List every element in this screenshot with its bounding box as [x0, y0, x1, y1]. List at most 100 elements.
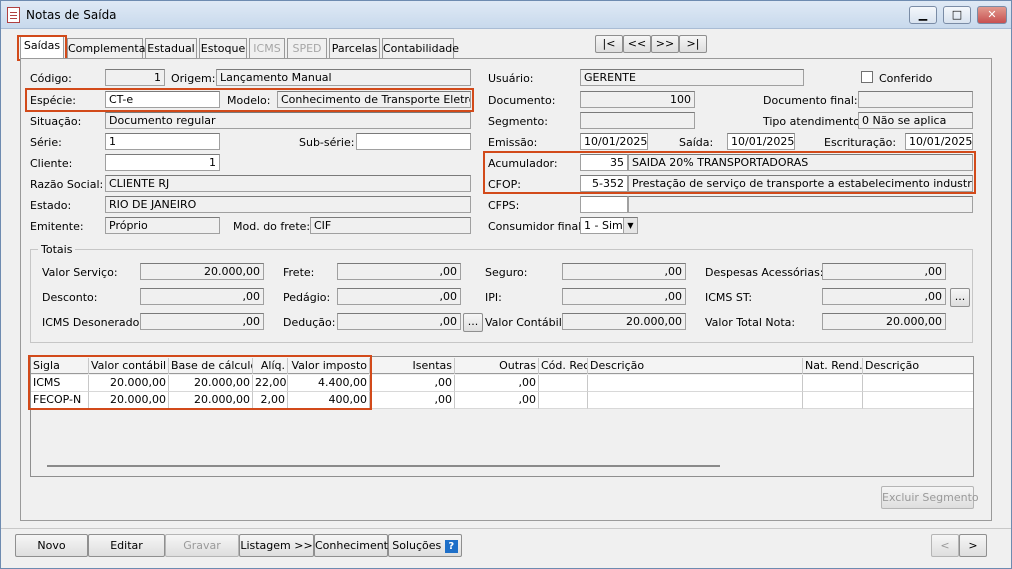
valor-total-field: 20.000,00	[822, 313, 946, 330]
maximize-icon: □	[951, 8, 963, 21]
especie-label: Espécie:	[30, 94, 77, 107]
tab-estoque[interactable]: Estoque	[199, 38, 247, 59]
pedagio-field: ,00	[337, 288, 461, 305]
serie-field[interactable]: 1	[105, 133, 220, 150]
conferido-label: Conferido	[879, 72, 933, 85]
tab-contabilidade[interactable]: Contabilidade	[382, 38, 459, 59]
deducao-label: Dedução:	[283, 316, 336, 329]
valor-contabil-field: 20.000,00	[562, 313, 686, 330]
bottom-separator	[1, 528, 1011, 529]
grid-header-valor-contabil[interactable]: Valor contábil	[89, 358, 169, 374]
close-button[interactable]: ✕	[977, 6, 1007, 24]
nav-last-button[interactable]: >|	[679, 35, 707, 53]
serie-label: Série:	[30, 136, 62, 149]
consumidor-select[interactable]: 1 - Sim ▼	[580, 217, 638, 234]
codigo-field: 1	[105, 69, 165, 86]
grid-cell-isentas: ,00	[370, 375, 455, 392]
forward-button[interactable]: >	[959, 534, 987, 557]
back-button[interactable]: <	[931, 534, 959, 557]
nav-next-button[interactable]: >>	[651, 35, 679, 53]
icmsst-field: ,00	[822, 288, 946, 305]
grid-cell-valor-contabil: 20.000,00	[89, 375, 169, 392]
desconto-field: ,00	[140, 288, 264, 305]
grid-horizontal-scrollbar[interactable]	[47, 465, 720, 467]
especie-field[interactable]: CT-e	[105, 91, 220, 108]
tipoatend-label: Tipo atendimento:	[763, 115, 864, 128]
icmsdeson-label: ICMS Desonerado:	[42, 316, 144, 329]
tipoatend-field: 0 Não se aplica	[858, 112, 973, 129]
conferido-checkbox[interactable]	[861, 71, 873, 83]
deducao-details-button[interactable]: ...	[463, 313, 483, 332]
novo-button[interactable]: Novo	[15, 534, 88, 557]
docfinal-label: Documento final:	[763, 94, 858, 107]
grid-cell-outras: ,00	[455, 375, 539, 392]
modfrete-label: Mod. do frete:	[233, 220, 311, 233]
excluir-segmento-button[interactable]: Excluir Segmento	[881, 486, 979, 509]
valor-total-label: Valor Total Nota:	[705, 316, 796, 329]
icmsst-label: ICMS ST:	[705, 291, 753, 304]
conhecimento-button[interactable]: Conhecimento	[314, 534, 395, 557]
razao-field: CLIENTE RJ	[105, 175, 471, 192]
grid-header-cod-rec[interactable]: Cód. Rec.	[539, 358, 588, 374]
deducao-field: ,00	[337, 313, 461, 330]
escrituracao-label: Escrituração:	[824, 136, 897, 149]
grid-cell-base-calculo: 20.000,00	[169, 392, 253, 409]
grid-cell-aliq: 22,00	[253, 375, 288, 392]
situacao-label: Situação:	[30, 115, 82, 128]
solucoes-button[interactable]: Soluções ?	[388, 534, 462, 557]
icmsdeson-field: ,00	[140, 313, 264, 330]
gravar-button[interactable]: Gravar	[165, 534, 239, 557]
solucoes-label: Soluções	[392, 539, 442, 552]
docfinal-field	[858, 91, 973, 108]
listagem-button[interactable]: Listagem >>	[239, 534, 314, 557]
grid-header-aliq[interactable]: Alíq.	[253, 358, 288, 374]
cfps-label: CFPS:	[488, 199, 520, 212]
grid-header-descricao[interactable]: Descrição	[588, 358, 803, 374]
origem-field: Lançamento Manual	[216, 69, 471, 86]
codigo-label: Código:	[30, 72, 72, 85]
tab-parcelas[interactable]: Parcelas	[329, 38, 380, 59]
maximize-button[interactable]: □	[943, 6, 971, 24]
grid-cell-descricao-2	[863, 375, 973, 392]
tab-estadual[interactable]: Estadual	[145, 38, 197, 59]
valor-contabil-label: Valor Contábil:	[485, 316, 566, 329]
grid-header-descricao-2[interactable]: Descrição	[863, 358, 973, 374]
nav-prev-button[interactable]: <<	[623, 35, 651, 53]
emitente-field: Próprio	[105, 217, 220, 234]
saida-field[interactable]: 10/01/2025	[727, 133, 795, 150]
chevron-down-icon: ▼	[623, 218, 637, 233]
valor-servico-field: 20.000,00	[140, 263, 264, 280]
acumulador-label: Acumulador:	[488, 157, 558, 170]
escrituracao-field[interactable]: 10/01/2025	[905, 133, 973, 150]
app-icon	[7, 7, 20, 23]
grid-cell-descricao-2	[863, 392, 973, 409]
nav-first-button[interactable]: |<	[595, 35, 623, 53]
emissao-field[interactable]: 10/01/2025	[580, 133, 648, 150]
estado-field: RIO DE JANEIRO	[105, 196, 471, 213]
minimize-button[interactable]: ▁	[909, 6, 937, 24]
icmsst-details-button[interactable]: ...	[950, 288, 970, 307]
desconto-label: Desconto:	[42, 291, 98, 304]
grid-cell-descricao	[588, 392, 803, 409]
cfps-code-field[interactable]	[580, 196, 628, 213]
tab-complementar[interactable]: Complementar	[67, 38, 150, 59]
modelo-label: Modelo:	[227, 94, 271, 107]
grid-cell-nat-rend	[803, 392, 863, 409]
grid-header-isentas[interactable]: Isentas	[370, 358, 455, 374]
grid-header-base-calculo[interactable]: Base de cálculo	[169, 358, 253, 374]
cliente-field[interactable]: 1	[105, 154, 220, 171]
close-icon: ✕	[987, 8, 997, 21]
grid-cell-sigla: ICMS	[31, 375, 89, 392]
tab-saidas[interactable]: Saídas	[20, 35, 64, 59]
grid-header-nat-rend[interactable]: Nat. Rend.	[803, 358, 863, 374]
grid-header-outras[interactable]: Outras	[455, 358, 539, 374]
subserie-field[interactable]	[356, 133, 471, 150]
grid-cell-outras: ,00	[455, 392, 539, 409]
editar-button[interactable]: Editar	[88, 534, 165, 557]
acumulador-code-field[interactable]: 35	[580, 154, 628, 171]
frete-field: ,00	[337, 263, 461, 280]
grid-cell-sigla: FECOP-N	[31, 392, 89, 409]
grid-header-valor-imposto[interactable]: Valor imposto	[288, 358, 370, 374]
cfop-code-field[interactable]: 5-352	[580, 175, 628, 192]
grid-header-sigla[interactable]: Sigla	[31, 358, 89, 374]
